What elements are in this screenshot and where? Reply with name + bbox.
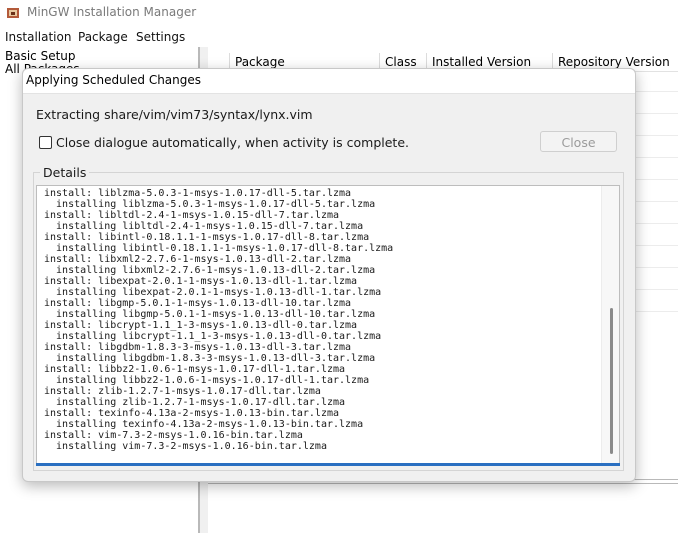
extracting-status: Extracting share/vim/vim73/syntax/lynx.v… — [36, 107, 313, 122]
row-divider — [630, 223, 678, 224]
log-line: installing zlib-1.2.7-1-msys-1.0.17-dll.… — [44, 397, 346, 408]
details-label: Details — [40, 165, 90, 180]
dialog-titlebar: Applying Scheduled Changes — [23, 69, 635, 94]
row-divider — [630, 289, 678, 290]
menu-bar: Installation Package Settings — [0, 27, 678, 47]
log-line: installing libcrypt-1.1_1-3-msys-1.0.13-… — [44, 331, 382, 342]
log-line: installing libxml2-2.7.6-1-msys-1.0.13-d… — [44, 265, 376, 276]
log-line: installing liblzma-5.0.3-1-msys-1.0.17-d… — [44, 199, 376, 210]
log-line: install: libgdbm-1.8.3-3-msys-1.0.13-dll… — [44, 342, 352, 353]
progress-bar — [36, 463, 620, 466]
log-scrollbar[interactable] — [601, 186, 619, 464]
menu-package[interactable]: Package — [78, 30, 128, 44]
log-line: installing libintl-0.18.1.1-1-msys-1.0.1… — [44, 243, 394, 254]
log-line: install: libintl-0.18.1.1-1-msys-1.0.17-… — [44, 232, 370, 243]
window-title: MinGW Installation Manager — [27, 5, 197, 19]
log-line: install: libgmp-5.0.1-1-msys-1.0.13-dll-… — [44, 298, 352, 309]
log-line: install: libltdl-2.4-1-msys-1.0.15-dll-7… — [44, 210, 340, 221]
menu-settings[interactable]: Settings — [136, 30, 185, 44]
dialog-title: Applying Scheduled Changes — [26, 73, 202, 87]
row-divider — [630, 201, 678, 202]
main-titlebar: MinGW Installation Manager — [0, 0, 678, 26]
log-line: install: texinfo-4.13a-2-msys-1.0.13-bin… — [44, 408, 340, 419]
log-line: installing libgmp-5.0.1-1-msys-1.0.13-dl… — [44, 309, 376, 320]
log-line: installing libbz2-1.0.6-1-msys-1.0.17-dl… — [44, 375, 370, 386]
auto-close-label[interactable]: Close dialogue automatically, when activ… — [56, 135, 409, 150]
details-log[interactable]: install: liblzma-5.0.3-1-msys-1.0.17-dll… — [36, 185, 620, 465]
log-line: install: libxml2-2.7.6-1-msys-1.0.13-dll… — [44, 254, 352, 265]
row-divider — [630, 245, 678, 246]
mingw-app-icon — [7, 8, 19, 18]
apply-changes-dialog: Applying Scheduled Changes Extracting sh… — [22, 68, 636, 482]
log-line: installing libgdbm-1.8.3-3-msys-1.0.13-d… — [44, 353, 376, 364]
menu-installation[interactable]: Installation — [5, 30, 71, 44]
row-divider — [630, 311, 678, 312]
log-line: install: liblzma-5.0.3-1-msys-1.0.17-dll… — [44, 188, 352, 199]
log-line: installing libltdl-2.4-1-msys-1.0.15-dll… — [44, 221, 364, 232]
auto-close-checkbox[interactable] — [39, 136, 52, 149]
log-line: install: vim-7.3-2-msys-1.0.16-bin.tar.l… — [44, 430, 303, 441]
row-divider — [630, 267, 678, 268]
log-line: install: libbz2-1.0.6-1-msys-1.0.17-dll-… — [44, 364, 346, 375]
log-line: installing libexpat-2.0.1-1-msys-1.0.13-… — [44, 287, 382, 298]
description-divider — [208, 483, 678, 484]
log-line: installing vim-7.3-2-msys-1.0.16-bin.tar… — [44, 441, 327, 452]
row-divider — [630, 135, 678, 136]
log-line: installing texinfo-4.13a-2-msys-1.0.13-b… — [44, 419, 364, 430]
close-button[interactable]: Close — [540, 131, 617, 152]
row-divider — [630, 113, 678, 114]
log-lines: install: liblzma-5.0.3-1-msys-1.0.17-dll… — [44, 188, 393, 452]
row-divider — [630, 91, 678, 92]
log-scroll-thumb[interactable] — [610, 308, 613, 454]
log-line: install: zlib-1.2.7-1-msys-1.0.17-dll.ta… — [44, 386, 321, 397]
category-basic-setup[interactable]: Basic Setup — [5, 49, 76, 63]
log-line: install: libcrypt-1.1_1-3-msys-1.0.13-dl… — [44, 320, 358, 331]
log-line: install: libexpat-2.0.1-1-msys-1.0.13-dl… — [44, 276, 358, 287]
row-divider — [630, 157, 678, 158]
row-divider — [630, 179, 678, 180]
